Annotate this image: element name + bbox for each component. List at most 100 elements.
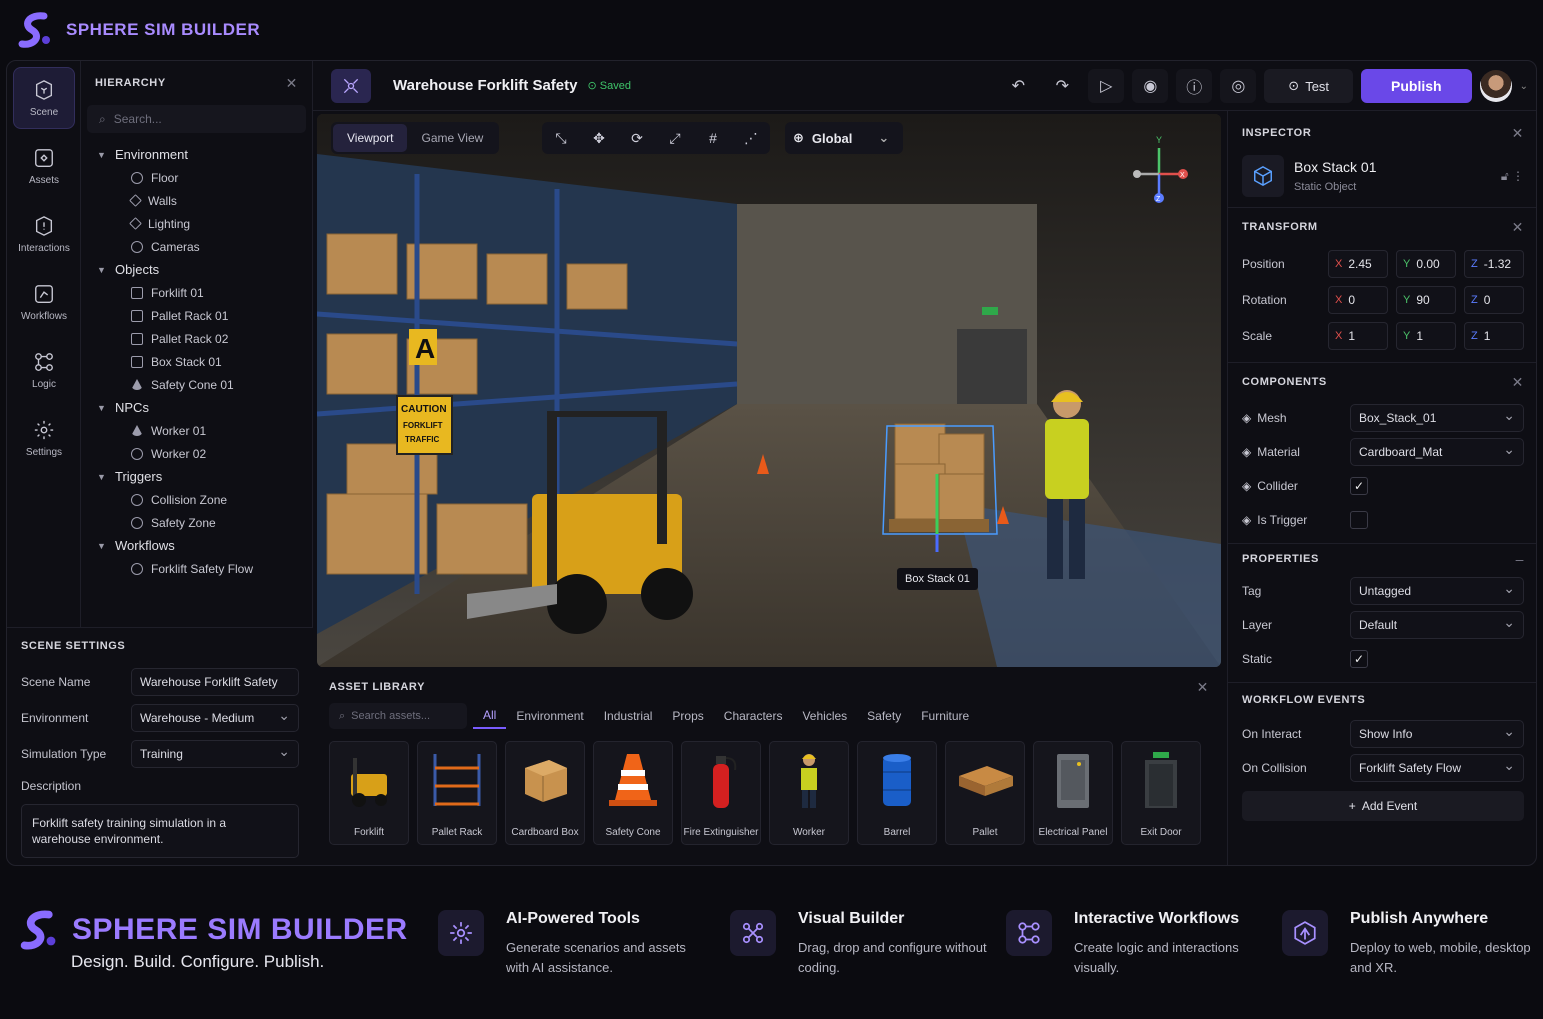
test-button[interactable]: ⊙ Test <box>1264 69 1354 103</box>
asset-tab[interactable]: Props <box>662 703 713 729</box>
rail-item-workflows[interactable]: Workflows <box>13 271 75 333</box>
asset-tab[interactable]: Safety <box>857 703 911 729</box>
grid-icon[interactable]: # <box>696 124 730 152</box>
layer-select[interactable]: Default <box>1350 611 1524 639</box>
tree-item[interactable]: Worker 02 <box>81 442 312 465</box>
tree-item[interactable]: Cameras <box>81 235 312 258</box>
collapse-icon[interactable]: – <box>1516 551 1524 567</box>
asset-card-electrical-panel[interactable]: Electrical Panel <box>1033 741 1113 845</box>
scale-y-input[interactable]: Y1 <box>1396 322 1456 350</box>
tree-item[interactable]: Safety Zone <box>81 511 312 534</box>
tab-viewport[interactable]: Viewport <box>333 124 408 152</box>
close-icon[interactable]: ✕ <box>286 75 298 92</box>
avatar[interactable] <box>1479 70 1512 102</box>
asset-search-input[interactable]: ⌕ Search assets... <box>329 703 467 729</box>
material-select[interactable]: Cardboard_Mat <box>1350 438 1524 466</box>
viewport-canvas[interactable]: Viewport Game View ⤡ ✥ ⟳ ⤢ # ⋰ ⊕ Global ⌄ <box>317 114 1221 667</box>
axis-gizmo[interactable]: Y X Z <box>1131 134 1201 214</box>
asset-card-pallet[interactable]: Pallet <box>945 741 1025 845</box>
asset-card-barrel[interactable]: Barrel <box>857 741 937 845</box>
rotation-y-input[interactable]: Y 90 <box>1396 286 1456 314</box>
material-label: ◈ Material <box>1242 445 1300 459</box>
trigger-checkbox[interactable] <box>1350 511 1368 529</box>
collider-checkbox[interactable]: ✓ <box>1350 477 1368 495</box>
tree-item[interactable]: Safety Cone 01 <box>81 373 312 396</box>
rotation-x-input[interactable]: X0 <box>1328 286 1388 314</box>
asset-tab[interactable]: Characters <box>714 703 793 729</box>
asset-card-forklift[interactable]: Forklift <box>329 741 409 845</box>
play-icon[interactable]: ▷ <box>1088 69 1125 103</box>
environment-select[interactable]: Warehouse - Medium <box>131 704 299 732</box>
scale-tool-icon[interactable]: ⤢ <box>658 124 692 152</box>
rail-item-scene[interactable]: Scene <box>13 67 75 129</box>
tree-group-triggers[interactable]: ▼ Triggers <box>81 465 312 488</box>
lock-icon[interactable]: 🔓︎ <box>1501 169 1509 183</box>
rotation-z-input[interactable]: Z0 <box>1464 286 1524 314</box>
scale-z-input[interactable]: Z1 <box>1464 322 1524 350</box>
asset-tab[interactable]: Vehicles <box>792 703 857 729</box>
static-checkbox[interactable]: ✓ <box>1350 650 1368 668</box>
tree-item[interactable]: Lighting <box>81 212 312 235</box>
tree-group-npcs[interactable]: ▼ NPCs <box>81 396 312 419</box>
asset-card-fire-extinguisher[interactable]: Fire Extinguisher <box>681 741 761 845</box>
position-z-input[interactable]: Z -1.32 <box>1464 250 1524 278</box>
on-interact-select[interactable]: Show Info <box>1350 720 1524 748</box>
asset-tab[interactable]: Furniture <box>911 703 979 729</box>
redo-icon[interactable]: ↷ <box>1044 69 1080 103</box>
tree-group-workflows[interactable]: ▼ Workflows <box>81 534 312 557</box>
add-event-button[interactable]: + Add Event <box>1242 791 1524 821</box>
info-icon[interactable]: ⓘ <box>1176 69 1213 103</box>
asset-card-safety-cone[interactable]: Safety Cone <box>593 741 673 845</box>
tree-group-environment[interactable]: ▼ Environment <box>81 143 312 166</box>
asset-tab[interactable]: Industrial <box>594 703 663 729</box>
description-textarea[interactable]: Forklift safety training simulation in a… <box>21 804 299 858</box>
position-x-input[interactable]: X 2.45 <box>1328 250 1388 278</box>
more-icon[interactable]: ⋮ <box>1512 169 1524 183</box>
scale-x-input[interactable]: X1 <box>1328 322 1388 350</box>
tree-item[interactable]: Floor <box>81 166 312 189</box>
close-icon[interactable]: ✕ <box>1512 374 1524 391</box>
rail-item-logic[interactable]: Logic <box>13 339 75 401</box>
asset-card-pallet-rack[interactable]: Pallet Rack <box>417 741 497 845</box>
asset-card-cardboard-box[interactable]: Cardboard Box <box>505 741 585 845</box>
tree-item[interactable]: Collision Zone <box>81 488 312 511</box>
asset-card-worker[interactable]: Worker <box>769 741 849 845</box>
close-icon[interactable]: ✕ <box>1197 679 1209 696</box>
select-tool-icon[interactable]: ⤡ <box>544 124 578 152</box>
tree-item[interactable]: Pallet Rack 02 <box>81 327 312 350</box>
undo-icon[interactable]: ↶ <box>1000 69 1036 103</box>
tab-game-view[interactable]: Game View <box>407 124 497 152</box>
rotate-tool-icon[interactable]: ⟳ <box>620 124 654 152</box>
record-icon[interactable]: ◉ <box>1132 69 1169 103</box>
tree-item[interactable]: Forklift Safety Flow <box>81 557 312 580</box>
move-tool-icon[interactable]: ✥ <box>582 124 616 152</box>
close-icon[interactable]: ✕ <box>1512 125 1524 142</box>
chevron-down-icon[interactable]: ⌄ <box>1520 81 1528 92</box>
rail-item-settings[interactable]: Settings <box>13 407 75 469</box>
close-icon[interactable]: ✕ <box>1512 219 1524 236</box>
rail-item-interactions[interactable]: Interactions <box>13 203 75 265</box>
snap-icon[interactable]: ⋰ <box>734 124 768 152</box>
asset-tab[interactable]: Environment <box>506 703 593 729</box>
project-icon[interactable] <box>331 68 371 103</box>
sim-type-select[interactable]: Training <box>131 740 299 768</box>
position-y-input[interactable]: Y 0.00 <box>1396 250 1456 278</box>
asset-card-exit-door[interactable]: Exit Door <box>1121 741 1201 845</box>
tag-select[interactable]: Untagged <box>1350 577 1524 605</box>
rail-item-assets[interactable]: Assets <box>13 135 75 197</box>
on-collision-select[interactable]: Forklift Safety Flow <box>1350 754 1524 782</box>
tree-item[interactable]: Box Stack 01 <box>81 350 312 373</box>
tree-item[interactable]: Pallet Rack 01 <box>81 304 312 327</box>
mesh-select[interactable]: Box_Stack_01 <box>1350 404 1524 432</box>
tree-group-objects[interactable]: ▼ Objects <box>81 258 312 281</box>
space-select[interactable]: ⊕ Global ⌄ <box>785 122 904 154</box>
scene-name-input[interactable]: Warehouse Forklift Safety <box>131 668 299 696</box>
help-icon[interactable]: ◎ <box>1220 69 1257 103</box>
tree-item[interactable]: Walls <box>81 189 312 212</box>
tree-item[interactable]: Forklift 01 <box>81 281 312 304</box>
asset-tab[interactable]: All <box>473 703 507 729</box>
cone-icon <box>131 379 143 390</box>
tree-item[interactable]: Worker 01 <box>81 419 312 442</box>
publish-button[interactable]: Publish <box>1361 69 1472 103</box>
hierarchy-search-input[interactable]: ⌕ Search... <box>87 105 306 133</box>
